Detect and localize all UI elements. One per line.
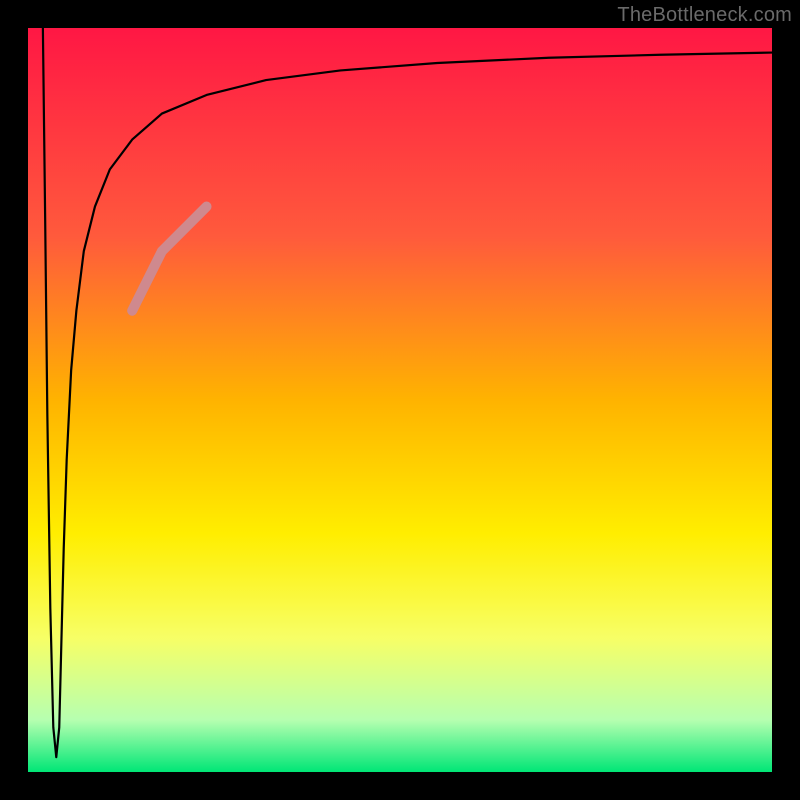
plot-area <box>28 28 772 772</box>
chart-frame: TheBottleneck.com <box>0 0 800 800</box>
chart-canvas <box>28 28 772 772</box>
watermark-text: TheBottleneck.com <box>617 4 792 27</box>
gradient-background <box>28 28 772 772</box>
